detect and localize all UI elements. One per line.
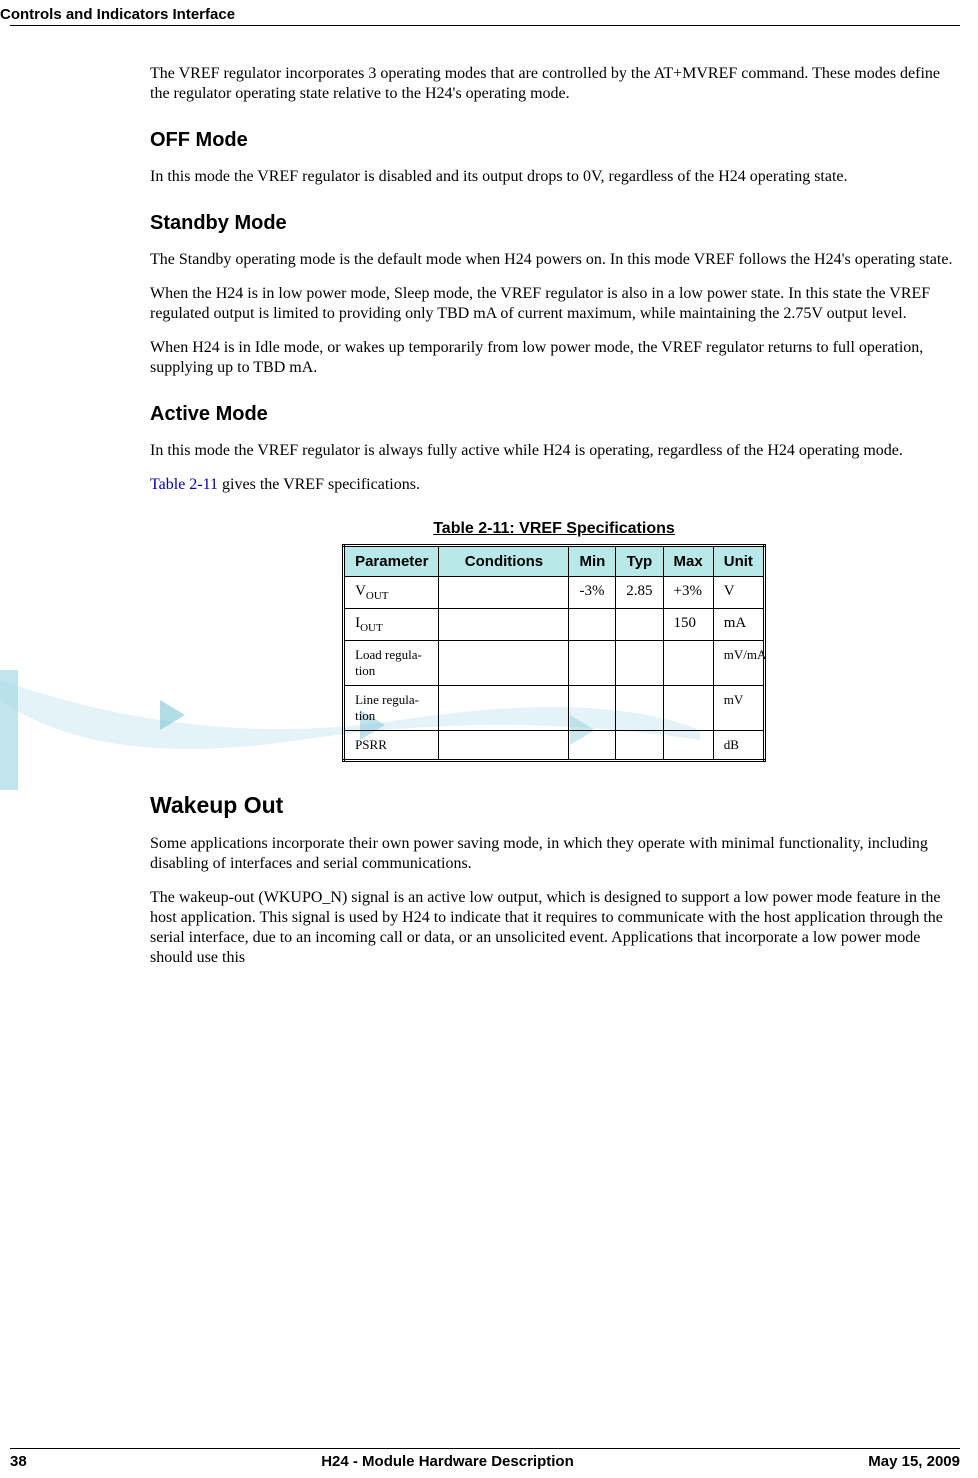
page-header-title: Controls and Indicators Interface bbox=[0, 0, 978, 23]
intro-paragraph: The VREF regulator incorporates 3 operat… bbox=[150, 64, 958, 104]
table-row: PSRR dB bbox=[344, 731, 765, 761]
table-cell-unit: V bbox=[713, 577, 764, 609]
heading-wakeup-out: Wakeup Out bbox=[150, 792, 958, 819]
page-content: The VREF regulator incorporates 3 operat… bbox=[0, 26, 978, 968]
active-mode-paragraph-1: In this mode the VREF regulator is alway… bbox=[150, 441, 958, 461]
table-cell-typ bbox=[616, 731, 663, 761]
table-cell-min: -3% bbox=[569, 577, 616, 609]
table-cell-conditions bbox=[439, 641, 569, 686]
table-cell-typ: 2.85 bbox=[616, 577, 663, 609]
table-header-parameter: Parameter bbox=[344, 546, 439, 577]
document-date: May 15, 2009 bbox=[868, 1453, 960, 1470]
table-header-min: Min bbox=[569, 546, 616, 577]
page-number: 38 bbox=[10, 1453, 27, 1470]
table-header-max: Max bbox=[663, 546, 713, 577]
table-cell-min bbox=[569, 641, 616, 686]
table-cell-unit: mV bbox=[713, 686, 764, 731]
table-cell-conditions bbox=[439, 686, 569, 731]
standby-mode-paragraph-1: The Standby operating mode is the defaul… bbox=[150, 250, 958, 270]
table-row: Line regula-tion mV bbox=[344, 686, 765, 731]
table-cell-max: 150 bbox=[663, 609, 713, 641]
table-cell-typ bbox=[616, 609, 663, 641]
vref-specifications-table: Parameter Conditions Min Typ Max Unit VO… bbox=[342, 544, 766, 762]
table-reference-link[interactable]: Table 2-11 bbox=[150, 476, 218, 493]
table-header-typ: Typ bbox=[616, 546, 663, 577]
table-header-unit: Unit bbox=[713, 546, 764, 577]
table-row: Load regula-tion mV/mA bbox=[344, 641, 765, 686]
table-cell-typ bbox=[616, 686, 663, 731]
table-row: VOUT -3% 2.85 +3% V bbox=[344, 577, 765, 609]
standby-mode-paragraph-3: When H24 is in Idle mode, or wakes up te… bbox=[150, 338, 958, 378]
table-cell-max bbox=[663, 641, 713, 686]
table-cell-parameter: Line regula-tion bbox=[344, 686, 439, 731]
table-cell-parameter: Load regula-tion bbox=[344, 641, 439, 686]
table-cell-parameter: VOUT bbox=[344, 577, 439, 609]
table-cell-max bbox=[663, 731, 713, 761]
table-cell-min bbox=[569, 609, 616, 641]
table-cell-parameter: IOUT bbox=[344, 609, 439, 641]
table-cell-min bbox=[569, 731, 616, 761]
table-cell-conditions bbox=[439, 731, 569, 761]
table-cell-unit: mV/mA bbox=[713, 641, 764, 686]
table-header-conditions: Conditions bbox=[439, 546, 569, 577]
table-cell-conditions bbox=[439, 609, 569, 641]
page-footer: 38 H24 - Module Hardware Description May… bbox=[0, 1448, 978, 1470]
heading-off-mode: OFF Mode bbox=[150, 129, 958, 152]
table-cell-unit: mA bbox=[713, 609, 764, 641]
table-cell-max: +3% bbox=[663, 577, 713, 609]
table-cell-typ bbox=[616, 641, 663, 686]
table-cell-parameter: PSRR bbox=[344, 731, 439, 761]
wakeup-paragraph-2: The wakeup-out (WKUPO_N) signal is an ac… bbox=[150, 888, 958, 968]
table-title: Table 2-11: VREF Specifications bbox=[150, 520, 958, 538]
heading-active-mode: Active Mode bbox=[150, 403, 958, 426]
table-cell-unit: dB bbox=[713, 731, 764, 761]
heading-standby-mode: Standby Mode bbox=[150, 212, 958, 235]
document-title: H24 - Module Hardware Description bbox=[321, 1453, 574, 1470]
standby-mode-paragraph-2: When the H24 is in low power mode, Sleep… bbox=[150, 284, 958, 324]
table-row: IOUT 150 mA bbox=[344, 609, 765, 641]
table-cell-conditions bbox=[439, 577, 569, 609]
off-mode-paragraph: In this mode the VREF regulator is disab… bbox=[150, 167, 958, 187]
active-mode-paragraph-2: Table 2-11 gives the VREF specifications… bbox=[150, 475, 958, 495]
table-cell-max bbox=[663, 686, 713, 731]
table-cell-min bbox=[569, 686, 616, 731]
wakeup-paragraph-1: Some applications incorporate their own … bbox=[150, 834, 958, 874]
active-mode-paragraph-2-rest: gives the VREF specifications. bbox=[218, 476, 420, 493]
